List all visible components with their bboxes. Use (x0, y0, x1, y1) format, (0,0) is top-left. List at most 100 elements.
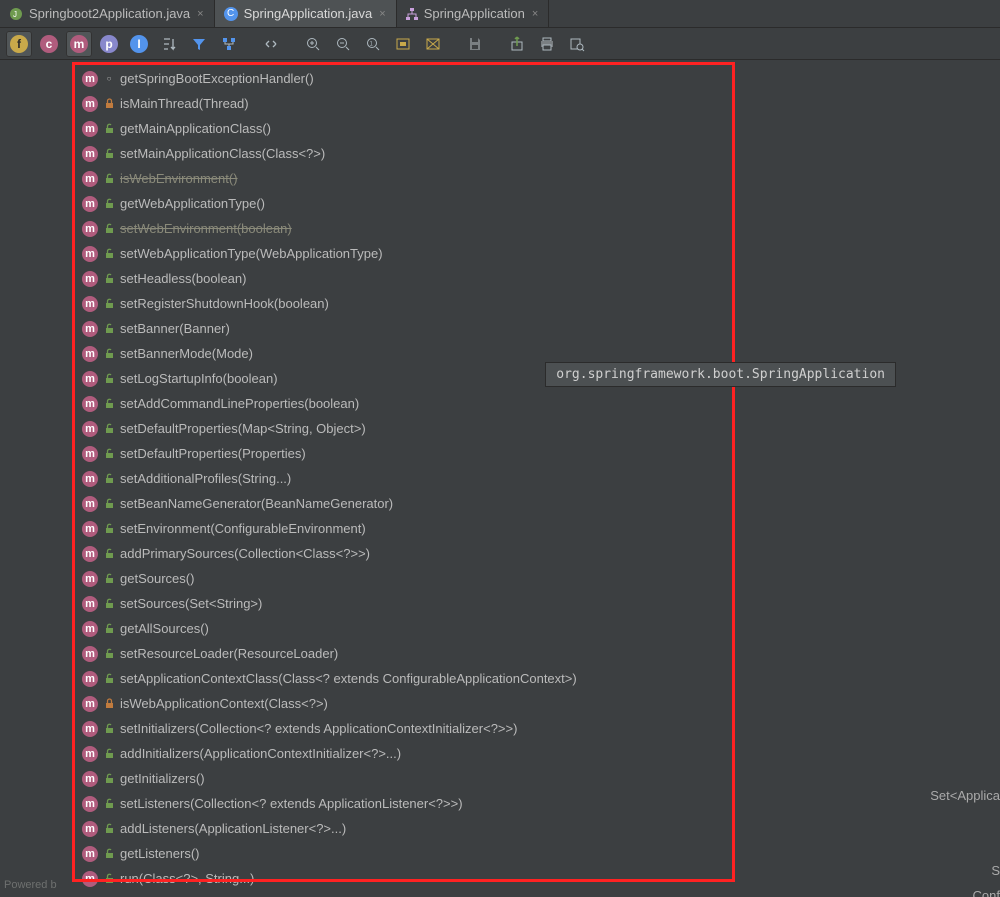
structure-method-row[interactable]: mgetWebApplicationType() (76, 191, 736, 216)
preview-button[interactable] (564, 31, 590, 57)
structure-method-row[interactable]: msetWebEnvironment(boolean) (76, 216, 736, 241)
svg-text:1: 1 (370, 41, 374, 47)
public-visibility-icon (104, 173, 114, 184)
structure-method-row[interactable]: m getSources() (76, 566, 736, 591)
structure-method-row[interactable]: msetRegisterShutdownHook(boolean) (76, 291, 736, 316)
public-visibility-icon (104, 373, 114, 384)
method-signature: setApplicationContextClass(Class<? exten… (120, 671, 577, 686)
tab-label: SpringApplication (424, 6, 525, 21)
structure-method-row[interactable]: msetListeners(Collection<? extends Appli… (76, 791, 736, 816)
zoom-in-button[interactable] (300, 31, 326, 57)
expand-button[interactable] (258, 31, 284, 57)
layout-button[interactable] (216, 31, 242, 57)
method-signature: getInitializers() (120, 771, 205, 786)
print-button[interactable] (534, 31, 560, 57)
public-visibility-icon (104, 448, 114, 459)
structure-method-row[interactable]: msetResourceLoader(ResourceLoader) (76, 641, 736, 666)
export-button[interactable] (504, 31, 530, 57)
tab-close-icon[interactable]: × (377, 8, 387, 20)
structure-method-row[interactable]: mgetMainApplicationClass() (76, 116, 736, 141)
method-icon: m (82, 96, 98, 112)
method-icon: m (82, 321, 98, 337)
structure-method-row[interactable]: m setAddCommandLineProperties(boolean) (76, 391, 736, 416)
fit-content-button[interactable] (390, 31, 416, 57)
structure-method-row[interactable]: m isMainThread(Thread) (76, 91, 736, 116)
uml-diagram-icon (405, 7, 419, 21)
fit-selection-button[interactable] (420, 31, 446, 57)
tab-close-icon[interactable]: × (195, 8, 205, 20)
method-signature: getWebApplicationType() (120, 196, 265, 211)
method-icon: m (82, 871, 98, 887)
public-visibility-icon (104, 673, 114, 684)
method-signature: getListeners() (120, 846, 199, 861)
method-signature: setAdditionalProfiles(String...) (120, 471, 291, 486)
editor-tab[interactable]: SpringApplication × (397, 0, 550, 27)
filter-methods-button[interactable]: m (66, 31, 92, 57)
method-signature: setDefaultProperties(Properties) (120, 446, 306, 461)
method-icon: m (82, 546, 98, 562)
java-class-icon: C (223, 6, 239, 22)
method-icon: m (82, 396, 98, 412)
method-signature: setMainApplicationClass(Class<?>) (120, 146, 325, 161)
tab-label: Springboot2Application.java (29, 6, 190, 21)
structure-method-row[interactable]: msetSources(Set<String>) (76, 591, 736, 616)
structure-method-row[interactable]: misWebEnvironment() (76, 166, 736, 191)
method-signature: setAddCommandLineProperties(boolean) (120, 396, 359, 411)
structure-method-row[interactable]: m setBeanNameGenerator(BeanNameGenerator) (76, 491, 736, 516)
method-icon: m (82, 246, 98, 262)
methods-icon: m (70, 35, 88, 53)
structure-method-row[interactable]: maddPrimarySources(Collection<Class<?>>) (76, 541, 736, 566)
structure-method-row[interactable]: misWebApplicationContext(Class<?>) (76, 691, 736, 716)
structure-method-row[interactable]: m getInitializers() (76, 766, 736, 791)
filter-fields-button[interactable]: f (6, 31, 32, 57)
public-visibility-icon (104, 848, 114, 859)
structure-method-row[interactable]: maddInitializers(ApplicationContextIniti… (76, 741, 736, 766)
structure-method-row[interactable]: msetEnvironment(ConfigurableEnvironment) (76, 516, 736, 541)
zoom-reset-button[interactable]: 1 (360, 31, 386, 57)
method-icon: m (82, 171, 98, 187)
structure-method-row[interactable]: maddListeners(ApplicationListener<?>...) (76, 816, 736, 841)
method-signature: setBeanNameGenerator(BeanNameGenerator) (120, 496, 393, 511)
method-icon: m (82, 146, 98, 162)
filter-button[interactable] (186, 31, 212, 57)
structure-method-row[interactable]: msetApplicationContextClass(Class<? exte… (76, 666, 736, 691)
structure-method-row[interactable]: msetDefaultProperties(Map<String, Object… (76, 416, 736, 441)
method-icon: m (82, 571, 98, 587)
method-icon: m (82, 296, 98, 312)
tab-label: SpringApplication.java (244, 6, 373, 21)
fields-icon: f (10, 35, 28, 53)
public-visibility-icon (104, 523, 114, 534)
filter-inner-button[interactable]: I (126, 31, 152, 57)
structure-method-row[interactable]: m○getSpringBootExceptionHandler() (76, 66, 736, 91)
method-signature: getSources() (120, 571, 194, 586)
structure-method-row[interactable]: mgetListeners() (76, 841, 736, 866)
structure-method-row[interactable]: msetBanner(Banner) (76, 316, 736, 341)
filter-constructors-button[interactable]: c (36, 31, 62, 57)
method-icon: m (82, 496, 98, 512)
editor-tab[interactable]: C SpringApplication.java × (215, 0, 397, 27)
public-visibility-icon (104, 623, 114, 634)
save-button[interactable] (462, 31, 488, 57)
inner-icon: I (130, 35, 148, 53)
structure-method-row[interactable]: mrun(Class<?>, String...) (76, 866, 736, 891)
structure-method-row[interactable]: m setMainApplicationClass(Class<?>) (76, 141, 736, 166)
structure-toolbar: fcmpI 1 (0, 28, 1000, 60)
structure-method-row[interactable]: msetWebApplicationType(WebApplicationTyp… (76, 241, 736, 266)
editor-tab[interactable]: JSpringboot2Application.java× (0, 0, 215, 27)
method-icon: m (82, 421, 98, 437)
method-signature: isMainThread(Thread) (120, 96, 249, 111)
package-visibility-icon: ○ (104, 74, 114, 83)
tab-close-icon[interactable]: × (530, 8, 540, 20)
structure-method-row[interactable]: msetHeadless(boolean) (76, 266, 736, 291)
zoom-out-button[interactable] (330, 31, 356, 57)
method-icon: m (82, 821, 98, 837)
method-icon: m (82, 771, 98, 787)
structure-method-row[interactable]: msetInitializers(Collection<? extends Ap… (76, 716, 736, 741)
public-visibility-icon (104, 473, 114, 484)
structure-method-row[interactable]: msetDefaultProperties(Properties) (76, 441, 736, 466)
structure-method-row[interactable]: mgetAllSources() (76, 616, 736, 641)
sort-alpha-button[interactable] (156, 31, 182, 57)
structure-method-row[interactable]: msetAdditionalProfiles(String...) (76, 466, 736, 491)
filter-properties-button[interactable]: p (96, 31, 122, 57)
fqn-tooltip: org.springframework.boot.SpringApplicati… (545, 362, 896, 387)
